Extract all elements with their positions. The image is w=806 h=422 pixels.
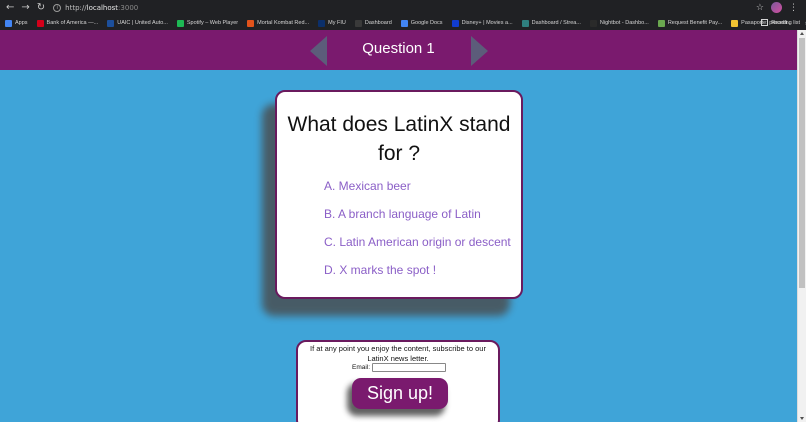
bookmark-favicon-icon: [400, 19, 408, 27]
scrollbar-thumb[interactable]: [799, 38, 805, 288]
bookmark-item[interactable]: My FIU: [318, 19, 346, 27]
bookmark-label: My FIU: [328, 20, 346, 26]
bookmark-favicon-icon: [451, 19, 459, 27]
bookmark-label: Dashboard / Strea...: [531, 20, 581, 26]
browser-actions: ☆ ⋮: [756, 2, 798, 13]
site-info-icon[interactable]: i: [53, 4, 62, 12]
bookmark-item[interactable]: Dashboard: [354, 19, 392, 27]
email-row: Email:: [352, 363, 447, 372]
answer-option-a[interactable]: A. Mexican beer: [324, 178, 511, 206]
bookmark-star-icon[interactable]: ☆: [756, 3, 764, 13]
url-scheme: http://: [65, 4, 87, 12]
signup-button[interactable]: Sign up!: [352, 378, 448, 409]
email-label: Email:: [352, 364, 371, 371]
bookmark-item[interactable]: Mortal Kombat Red...: [247, 19, 310, 27]
bookmark-label: Spotify – Web Player: [186, 20, 239, 26]
forward-icon[interactable]: →: [21, 3, 29, 13]
bookmark-favicon-icon: [731, 19, 739, 27]
bookmark-favicon-icon: [318, 19, 326, 27]
newsletter-subscribe-box: If at any point you enjoy the content, s…: [296, 340, 500, 422]
bookmark-label: Mortal Kombat Red...: [257, 20, 310, 26]
answer-list: A. Mexican beer B. A branch language of …: [324, 178, 511, 290]
bookmark-item[interactable]: Bank of America —...: [36, 19, 99, 27]
address-bar[interactable]: i http://localhost:3000: [53, 4, 138, 12]
scroll-down-icon[interactable]: [800, 417, 804, 420]
back-icon[interactable]: ←: [6, 3, 14, 13]
menu-icon[interactable]: ⋮: [789, 3, 798, 13]
reading-list-label: Reading list: [771, 19, 800, 26]
browser-toolbar: ← → ↻ i http://localhost:3000 ☆ ⋮: [0, 0, 806, 16]
bookmark-favicon-icon: [176, 19, 184, 27]
newsletter-message: If at any point you enjoy the content, s…: [310, 344, 486, 363]
bookmark-item[interactable]: Apps: [5, 19, 28, 27]
bookmark-favicon-icon: [36, 19, 44, 27]
bookmark-item[interactable]: Nightbot - Dashbo...: [589, 19, 649, 27]
bookmark-label: Request Benefit Pay...: [667, 20, 723, 26]
bookmark-favicon-icon: [521, 19, 529, 27]
reading-list-icon: [761, 19, 769, 26]
url-port: :3000: [118, 4, 139, 12]
bookmark-label: Apps: [15, 20, 28, 26]
bookmark-favicon-icon: [107, 19, 115, 27]
question-header: Question 1: [0, 30, 797, 70]
bookmark-favicon-icon: [354, 19, 362, 27]
email-field[interactable]: [372, 363, 447, 372]
next-question-arrow-icon[interactable]: [471, 36, 488, 66]
bookmark-label: Disney+ | Movies a...: [461, 20, 513, 26]
bookmark-favicon-icon: [657, 19, 665, 27]
reload-icon[interactable]: ↻: [37, 3, 45, 13]
bookmark-item[interactable]: UAIC | United Auto...: [107, 19, 168, 27]
question-text: What does LatinX stand for ?: [287, 113, 511, 165]
answer-option-c[interactable]: C. Latin American origin or descent: [324, 234, 511, 262]
bookmark-label: UAIC | United Auto...: [117, 20, 168, 26]
bookmark-label: Nightbot - Dashbo...: [599, 20, 649, 26]
bookmark-label: Bank of America —...: [46, 20, 99, 26]
previous-question-arrow-icon[interactable]: [310, 36, 327, 66]
bookmark-label: Google Docs: [410, 20, 443, 26]
bookmarks-bar: Apps Bank of America —... UAIC | United Au…: [0, 16, 806, 30]
page-scrollbar[interactable]: [797, 30, 806, 422]
bookmark-item[interactable]: Spotify – Web Player: [176, 19, 239, 27]
bookmark-label: Dashboard: [364, 20, 392, 26]
bookmark-item[interactable]: Request Benefit Pay...: [657, 19, 723, 27]
bookmark-item[interactable]: Google Docs: [400, 19, 443, 27]
question-number-title: Question 1: [362, 40, 435, 57]
bookmark-item[interactable]: Disney+ | Movies a...: [451, 19, 513, 27]
browser-nav: ← → ↻: [6, 3, 45, 13]
bookmark-favicon-icon: [589, 19, 597, 27]
url-host: localhost: [86, 4, 119, 12]
bookmark-favicon-icon: [247, 19, 255, 27]
question-card: What does LatinX stand for ? A. Mexican …: [275, 90, 523, 299]
reading-list[interactable]: Reading list: [761, 19, 800, 26]
answer-option-b[interactable]: B. A branch language of Latin: [324, 206, 511, 234]
answer-option-d[interactable]: D. X marks the spot !: [324, 262, 511, 290]
scroll-up-icon[interactable]: [800, 32, 804, 35]
profile-avatar[interactable]: [771, 2, 782, 13]
bookmark-item[interactable]: Dashboard / Strea...: [521, 19, 581, 27]
bookmark-favicon-icon: [5, 19, 12, 27]
